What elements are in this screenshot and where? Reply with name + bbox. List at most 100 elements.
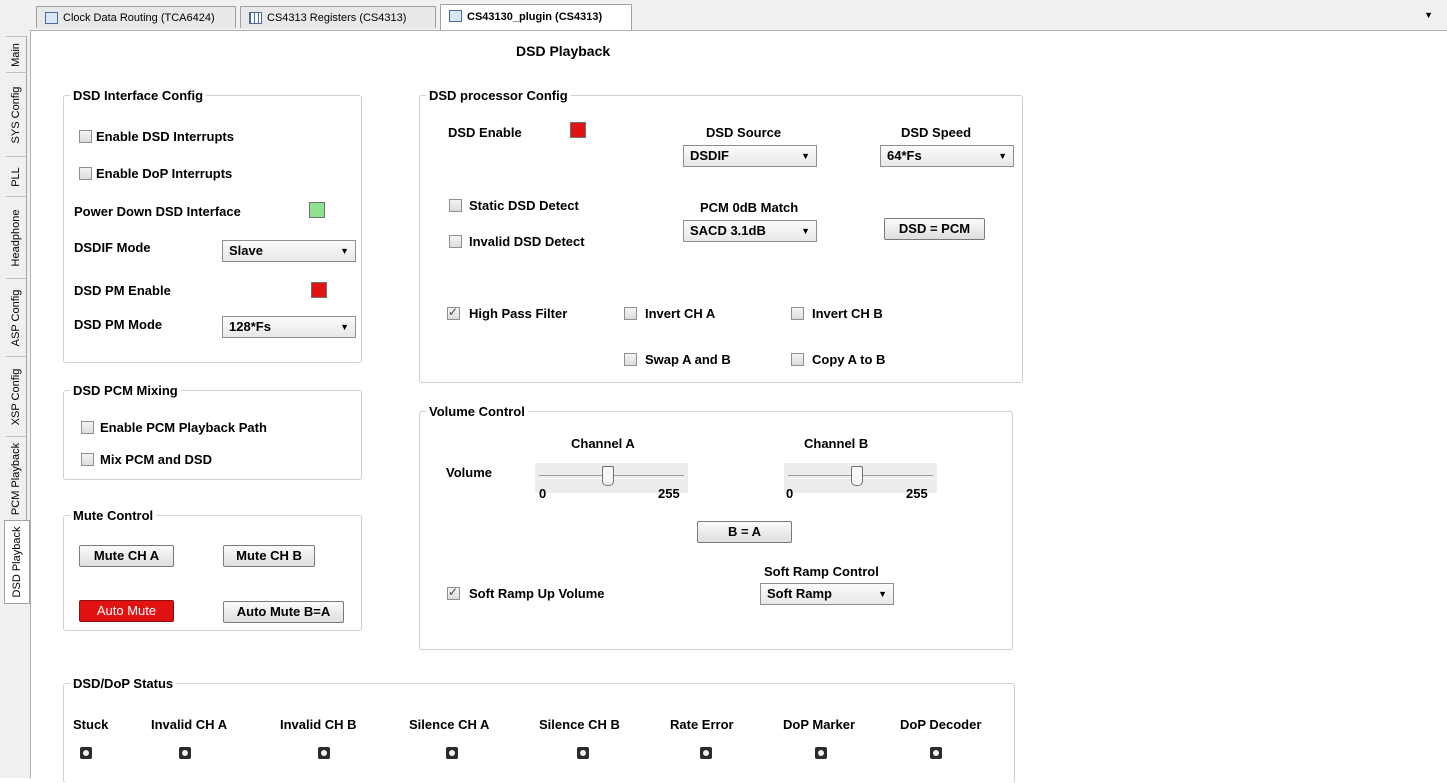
invalid-ch-b-indicator xyxy=(318,747,330,759)
high-pass-filter-label: High Pass Filter xyxy=(469,306,568,321)
group-title: DSD PCM Mixing xyxy=(70,383,181,398)
chevron-down-icon: ▼ xyxy=(801,226,810,236)
pcm-0db-match-select[interactable]: SACD 3.1dB ▼ xyxy=(683,220,817,242)
silence-ch-a-indicator xyxy=(446,747,458,759)
dsd-enable-label: DSD Enable xyxy=(448,125,522,140)
tab-label: Clock Data Routing (TCA6424) xyxy=(63,12,215,24)
auto-mute-button[interactable]: Auto Mute xyxy=(79,600,174,622)
pcm-0db-match-label: PCM 0dB Match xyxy=(700,200,799,215)
dsdif-mode-label: DSDIF Mode xyxy=(74,240,151,255)
dsd-dop-status-group: DSD/DoP Status xyxy=(63,676,1015,783)
dsdif-mode-select[interactable]: Slave ▼ xyxy=(222,240,356,262)
side-tab-bar: Main SYS Config PLL Headphone ASP Config… xyxy=(0,30,31,778)
static-dsd-detect-label: Static DSD Detect xyxy=(469,198,579,213)
status-label-invalid-ch-b: Invalid CH B xyxy=(280,717,357,732)
enable-dop-interrupts-checkbox[interactable] xyxy=(79,167,92,180)
volume-label: Volume xyxy=(446,465,492,480)
mix-pcm-dsd-checkbox[interactable] xyxy=(81,453,94,466)
silence-ch-b-indicator xyxy=(577,747,589,759)
plugin-icon xyxy=(45,12,58,24)
status-label-dop-marker: DoP Marker xyxy=(783,717,856,732)
tab-list-dropdown-icon[interactable]: ▼ xyxy=(1424,10,1433,20)
dsd-pm-enable-label: DSD PM Enable xyxy=(74,283,171,298)
side-tab-dsd-playback[interactable]: DSD Playback xyxy=(4,520,30,604)
tab-clock-data-routing[interactable]: Clock Data Routing (TCA6424) xyxy=(36,6,236,28)
channel-a-max-label: 255 xyxy=(658,486,680,501)
side-tab-headphone[interactable]: Headphone xyxy=(6,196,27,279)
dsd-source-select[interactable]: DSDIF ▼ xyxy=(683,145,817,167)
enable-pcm-playback-label: Enable PCM Playback Path xyxy=(100,420,267,435)
status-label-rate-error: Rate Error xyxy=(670,717,734,732)
tab-cs4313-registers[interactable]: CS4313 Registers (CS4313) xyxy=(240,6,436,28)
invert-ch-b-label: Invert CH B xyxy=(812,306,883,321)
stuck-indicator xyxy=(80,747,92,759)
soft-ramp-up-label: Soft Ramp Up Volume xyxy=(469,586,605,601)
chevron-down-icon: ▼ xyxy=(340,322,349,332)
power-down-dsd-interface-label: Power Down DSD Interface xyxy=(74,204,241,219)
channel-b-max-label: 255 xyxy=(906,486,928,501)
invalid-dsd-detect-label: Invalid DSD Detect xyxy=(469,234,585,249)
soft-ramp-control-select[interactable]: Soft Ramp ▼ xyxy=(760,583,894,605)
soft-ramp-up-checkbox[interactable] xyxy=(447,585,460,600)
group-title: Mute Control xyxy=(70,508,157,523)
mute-ch-b-button[interactable]: Mute CH B xyxy=(223,545,315,567)
group-title: DSD/DoP Status xyxy=(70,676,177,691)
channel-a-min-label: 0 xyxy=(539,486,547,501)
auto-mute-b-a-button[interactable]: Auto Mute B=A xyxy=(223,601,344,623)
status-label-silence-ch-b: Silence CH B xyxy=(539,717,620,732)
status-label-invalid-ch-a: Invalid CH A xyxy=(151,717,228,732)
side-tab-xsp-config[interactable]: XSP Config xyxy=(6,356,27,437)
dsd-pm-enable-led[interactable] xyxy=(311,282,327,298)
dsd-source-label: DSD Source xyxy=(706,125,782,140)
side-tab-pcm-playback[interactable]: PCM Playback xyxy=(6,436,27,521)
tab-label: CS43130_plugin (CS4313) xyxy=(467,11,603,23)
side-tab-pll[interactable]: PLL xyxy=(6,156,27,197)
status-label-dop-decoder: DoP Decoder xyxy=(900,717,982,732)
enable-pcm-playback-checkbox[interactable] xyxy=(81,421,94,434)
invert-ch-a-label: Invert CH A xyxy=(645,306,716,321)
invert-ch-a-checkbox[interactable] xyxy=(624,307,637,320)
copy-a-to-b-label: Copy A to B xyxy=(812,352,886,367)
top-tab-bar: Clock Data Routing (TCA6424) CS4313 Regi… xyxy=(0,0,1447,31)
plugin-icon xyxy=(449,10,462,22)
slider-thumb[interactable] xyxy=(851,466,864,486)
channel-a-label: Channel A xyxy=(571,436,635,451)
enable-dop-interrupts-label: Enable DoP Interrupts xyxy=(96,166,233,181)
chevron-down-icon: ▼ xyxy=(340,246,349,256)
dsd-pm-mode-select[interactable]: 128*Fs ▼ xyxy=(222,316,356,338)
dop-decoder-indicator xyxy=(930,747,942,759)
copy-a-to-b-checkbox[interactable] xyxy=(791,353,804,366)
side-tab-main[interactable]: Main xyxy=(6,36,27,73)
slider-thumb[interactable] xyxy=(602,466,615,486)
enable-dsd-interrupts-checkbox[interactable] xyxy=(79,130,92,143)
invert-ch-b-checkbox[interactable] xyxy=(791,307,804,320)
register-grid-icon xyxy=(249,12,262,24)
dsd-eq-pcm-button[interactable]: DSD = PCM xyxy=(884,218,985,240)
status-label-stuck: Stuck xyxy=(73,717,109,732)
swap-a-b-label: Swap A and B xyxy=(645,352,731,367)
enable-dsd-interrupts-label: Enable DSD Interrupts xyxy=(96,129,234,144)
tab-cs43130-plugin[interactable]: CS43130_plugin (CS4313) xyxy=(440,4,632,30)
chevron-down-icon: ▼ xyxy=(801,151,810,161)
invalid-dsd-detect-checkbox[interactable] xyxy=(449,235,462,248)
dsd-speed-select[interactable]: 64*Fs ▼ xyxy=(880,145,1014,167)
side-tab-sys-config[interactable]: SYS Config xyxy=(6,72,27,157)
power-down-dsd-interface-led[interactable] xyxy=(309,202,325,218)
static-dsd-detect-checkbox[interactable] xyxy=(449,199,462,212)
swap-a-b-checkbox[interactable] xyxy=(624,353,637,366)
rate-error-indicator xyxy=(700,747,712,759)
group-title: Volume Control xyxy=(426,404,528,419)
channel-b-label: Channel B xyxy=(804,436,869,451)
channel-b-min-label: 0 xyxy=(786,486,794,501)
b-eq-a-button[interactable]: B = A xyxy=(697,521,792,543)
chevron-down-icon: ▼ xyxy=(878,589,887,599)
high-pass-filter-checkbox[interactable] xyxy=(447,305,460,320)
chevron-down-icon: ▼ xyxy=(998,151,1007,161)
dsd-enable-led[interactable] xyxy=(570,122,586,138)
group-title: DSD Interface Config xyxy=(70,88,207,103)
side-tab-asp-config[interactable]: ASP Config xyxy=(6,278,27,357)
mute-ch-a-button[interactable]: Mute CH A xyxy=(79,545,174,567)
group-title: DSD processor Config xyxy=(426,88,571,103)
soft-ramp-control-label: Soft Ramp Control xyxy=(764,564,879,579)
dsd-speed-label: DSD Speed xyxy=(901,125,972,140)
